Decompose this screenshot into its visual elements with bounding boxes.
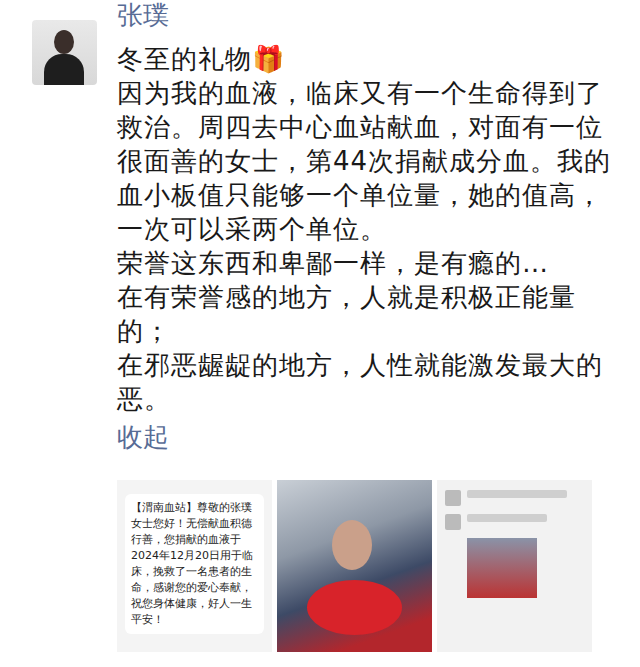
chat-row xyxy=(445,490,584,506)
chat-row xyxy=(445,514,584,530)
text-line: 在邪恶龌龊的地方，人性就能激发最大的 xyxy=(117,348,630,382)
person-figure xyxy=(332,520,372,570)
text-line: 很面善的女士，第44次捐献成分血。我的 xyxy=(117,144,630,178)
chat-bar xyxy=(467,514,547,522)
avatar-icon[interactable] xyxy=(32,20,97,85)
chat-screenshot[interactable] xyxy=(437,480,592,652)
text-line: 救治。周四去中心血站献血，对面有一位 xyxy=(117,110,630,144)
author-name[interactable]: 张璞 xyxy=(117,0,630,30)
text-line: 冬至的礼物🎁 xyxy=(117,42,630,76)
sms-message: 【渭南血站】尊敬的张璞女士您好！无偿献血积德行善，您捐献的血液于2024年12月… xyxy=(125,494,264,634)
text-line: 一次可以采两个单位。 xyxy=(117,212,630,246)
post-text: 冬至的礼物🎁因为我的血液，临床又有一个生命得到了救治。周四去中心血站献血，对面有… xyxy=(117,42,630,416)
moments-post: 张璞冬至的礼物🎁因为我的血液，临床又有一个生命得到了救治。周四去中心血站献血，对… xyxy=(0,0,640,652)
text-line: 恶。 xyxy=(117,382,630,416)
text-line: 因为我的血液，临床又有一个生命得到了 xyxy=(117,76,630,110)
text-line: 在有荣誉感的地方，人就是积极正能量 xyxy=(117,280,630,314)
collapse-link[interactable]: 收起 xyxy=(117,420,630,454)
text-line: 的； xyxy=(117,314,630,348)
chat-avatar-icon xyxy=(445,514,461,530)
chat-picture xyxy=(467,538,537,598)
image-grid: 【渭南血站】尊敬的张璞女士您好！无偿献血积德行善，您捐献的血液于2024年12月… xyxy=(117,480,630,652)
sms-screenshot[interactable]: 【渭南血站】尊敬的张璞女士您好！无偿献血积德行善，您捐献的血液于2024年12月… xyxy=(117,480,272,652)
chat-bar xyxy=(467,490,567,498)
avatar-head xyxy=(54,30,74,54)
sign-figure xyxy=(307,580,402,635)
text-line: 荣誉这东西和卑鄙一样，是有瘾的… xyxy=(117,246,630,280)
text-line: 血小板值只能够一个单位量，她的值高， xyxy=(117,178,630,212)
donation-photo[interactable] xyxy=(277,480,432,652)
avatar-body xyxy=(44,54,84,85)
chat-avatar-icon xyxy=(445,490,461,506)
post-content: 张璞冬至的礼物🎁因为我的血液，临床又有一个生命得到了救治。周四去中心血站献血，对… xyxy=(117,0,630,652)
